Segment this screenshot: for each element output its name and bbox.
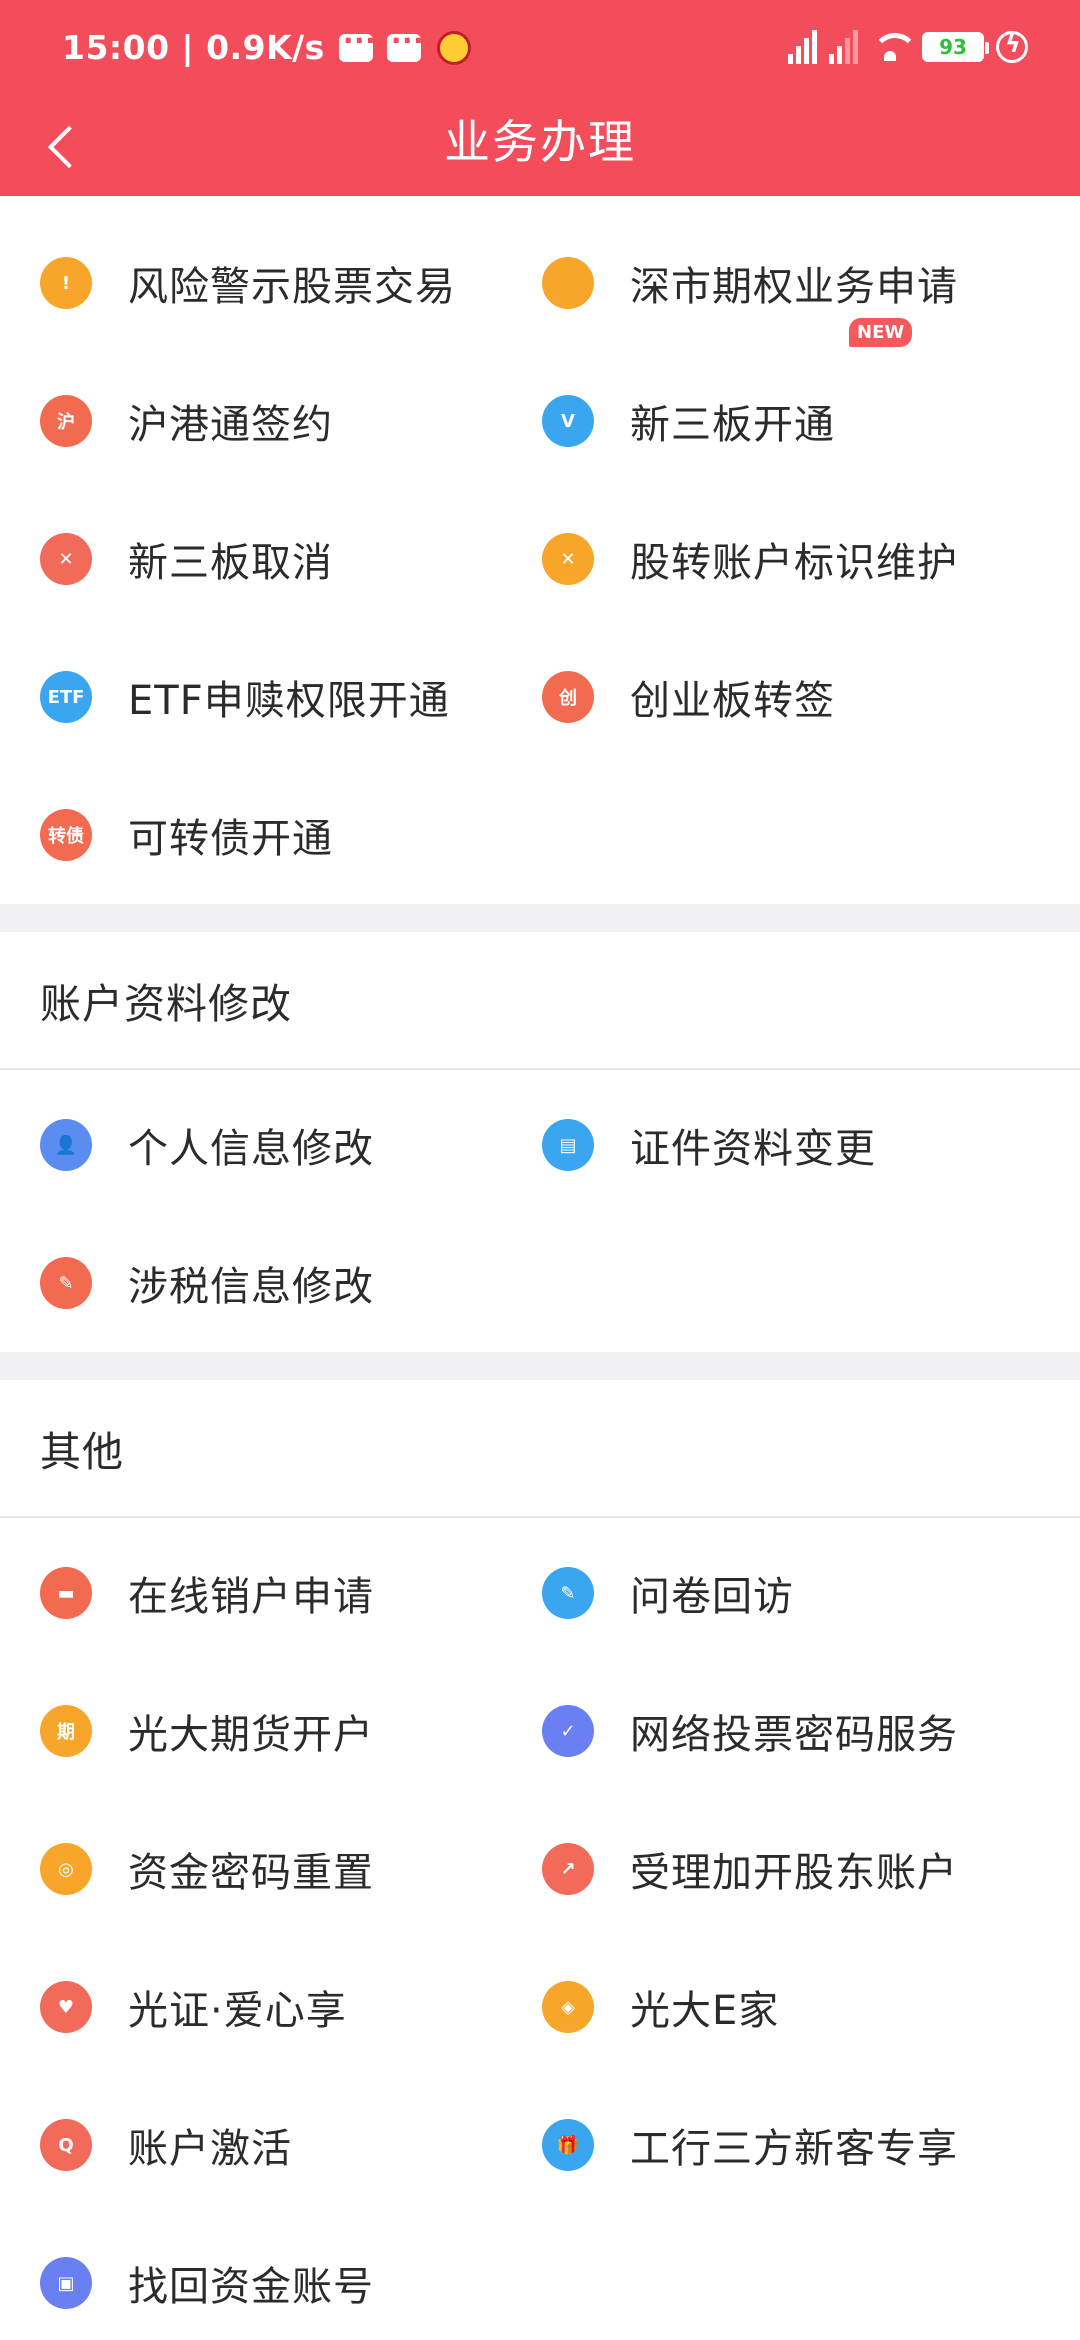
menu-item-label: 涉税信息修改 (128, 1264, 374, 1310)
signal-icon (829, 30, 858, 64)
menu-item[interactable]: Q 账户激活 (0, 2076, 502, 2214)
menu-item[interactable]: ✕ 股转账户标识维护 (502, 490, 1080, 628)
menu-item-label: 资金密码重置 (128, 1850, 374, 1896)
message-icon (386, 24, 424, 62)
vote-check-icon: ✓ (542, 1705, 594, 1757)
convertible-bond-icon: 转债 (40, 809, 92, 861)
menu-item[interactable]: ✎ 涉税信息修改 (0, 1214, 502, 1352)
menu-item-label: 光大E家 (630, 1988, 780, 2034)
status-left: 15:00 | 0.9K/s (62, 24, 471, 67)
wifi-icon (870, 31, 918, 63)
menu-item-label: 证件资料变更 (630, 1126, 876, 1172)
menu-item[interactable]: 期光大期货开户 (0, 1662, 502, 1800)
id-card-icon: ▤ (542, 1119, 594, 1171)
menu-item-label: 在线销户申请 (128, 1574, 374, 1620)
nav-bar: 业务办理 (0, 100, 1080, 196)
menu-item-label: 股转账户标识维护 (630, 540, 958, 586)
new-badge: NEW (849, 318, 913, 347)
menu-item[interactable]: ↗ 受理加开股东账户 (502, 1800, 1080, 1938)
menu-item[interactable]: 沪沪港通签约 (0, 352, 502, 490)
gift-icon: 🎁 (542, 2119, 594, 2171)
menu-item[interactable]: ETF ETF申赎权限开通 (0, 628, 502, 766)
activate-icon: Q (40, 2119, 92, 2171)
trend-icon: ↗ (542, 1843, 594, 1895)
sign-icon: 沪 (40, 395, 92, 447)
menu-item-label: 新三板取消 (128, 540, 333, 586)
menu-item[interactable]: ✎ 问卷回访 (502, 1524, 1080, 1662)
menu-item-label: 找回资金账号 (128, 2264, 374, 2310)
menu-item[interactable]: ◎ 资金密码重置 (0, 1800, 502, 1938)
status-bar: 15:00 | 0.9K/s 93 (0, 0, 1080, 100)
menu-item-label: 受理加开股东账户 (630, 1850, 958, 1896)
gem-card-icon: 创 (542, 671, 594, 723)
page-title: 业务办理 (444, 115, 636, 169)
menu-item[interactable]: ▬ 在线销户申请 (0, 1524, 502, 1662)
menu-item[interactable]: 转债 可转债开通 (0, 766, 502, 904)
menu-item[interactable]: V 新三板开通 NEW (502, 318, 1080, 490)
menu-item[interactable]: ▤ 证件资料变更 (502, 1076, 1080, 1214)
menu-item-label: 网络投票密码服务 (630, 1712, 958, 1758)
coin-icon: ◎ (40, 1843, 92, 1895)
menu-item-label: 问卷回访 (630, 1574, 794, 1620)
signal-icon (788, 30, 817, 64)
menu-item-label: 深市期权业务申请 (630, 264, 958, 310)
menu-item[interactable]: 创创业板转签 (502, 628, 1080, 766)
menu-item[interactable]: ◈ 光大E家 (502, 1938, 1080, 2076)
menu-item-label: 光证·爱心享 (128, 1988, 347, 2034)
menu-item[interactable]: 👤 个人信息修改 (0, 1076, 502, 1214)
etf-icon: ETF (40, 671, 92, 723)
tools-icon: ✕ (542, 533, 594, 585)
menu-item[interactable]: ! 风险警示股票交易 (0, 214, 502, 352)
menu-item-label: 个人信息修改 (128, 1126, 374, 1172)
charging-icon (996, 30, 1028, 63)
menu-item-label: 账户激活 (128, 2126, 292, 2172)
section-title: 其他 (0, 1380, 1080, 1518)
card-cancel-icon: ▬ (40, 1567, 92, 1619)
menu-item-label: 沪港通签约 (128, 402, 333, 448)
message-icon (338, 24, 376, 62)
menu-item[interactable]: ✓ 网络投票密码服务 (502, 1662, 1080, 1800)
menu-item[interactable]: ▣ 找回资金账号 (0, 2214, 502, 2340)
account-find-icon: ▣ (40, 2257, 92, 2309)
heart-icon: ♥ (40, 1981, 92, 2033)
menu-item-label: 新三板开通 (630, 402, 835, 448)
handshake-icon: ◈ (542, 1981, 594, 2033)
section-title: 账户资料修改 (0, 932, 1080, 1070)
pencil-icon: ✎ (40, 1257, 92, 1309)
menu-item-label: ETF申赎权限开通 (128, 678, 450, 724)
cancel-icon: ✕ (40, 533, 92, 585)
section-separator (0, 1352, 1080, 1380)
menu-item-label: 风险警示股票交易 (128, 264, 456, 310)
content: ! 风险警示股票交易 深市期权业务申请沪沪港通签约 V 新三板开通 NEW ✕ 新三板取消 ✕ 股… (0, 196, 1080, 2340)
v-icon: V (542, 395, 594, 447)
menu-item-label: 光大期货开户 (128, 1712, 374, 1758)
menu-item[interactable]: 🎁 工行三方新客专享 (502, 2076, 1080, 2214)
briefcase-icon (542, 257, 594, 309)
battery-icon: 93 (922, 32, 989, 62)
menu-item-label: 工行三方新客专享 (630, 2126, 958, 2172)
app-header: 15:00 | 0.9K/s 93 业务办理 (0, 0, 1080, 196)
status-time-speed: 15:00 | 0.9K/s (62, 28, 325, 67)
menu-item[interactable]: ♥ 光证·爱心享 (0, 1938, 502, 2076)
battery-level: 93 (939, 35, 967, 59)
section-separator (0, 904, 1080, 932)
futures-icon: 期 (40, 1705, 92, 1757)
shield-icon: ! (40, 257, 92, 309)
menu-grid: ▬ 在线销户申请 ✎ 问卷回访期光大期货开户 ✓ 网络投票密码服务 ◎ 资金密码重置 ↗ 受理加开… (0, 1518, 1080, 2340)
menu-grid: 👤 个人信息修改 ▤ 证件资料变更 ✎ 涉税信息修改 (0, 1070, 1080, 1352)
menu-item[interactable]: 深市期权业务申请 (502, 214, 1080, 352)
status-right: 93 (788, 30, 1028, 64)
user-edit-icon: 👤 (40, 1119, 92, 1171)
questionnaire-icon: ✎ (542, 1567, 594, 1619)
menu-grid: ! 风险警示股票交易 深市期权业务申请沪沪港通签约 V 新三板开通 NEW ✕ 新三板取消 ✕ 股… (0, 196, 1080, 904)
menu-item[interactable]: ✕ 新三板取消 (0, 490, 502, 628)
menu-item-label: 可转债开通 (128, 816, 333, 862)
app-notification-icon (436, 30, 471, 65)
menu-item-label: 创业板转签 (630, 678, 835, 724)
